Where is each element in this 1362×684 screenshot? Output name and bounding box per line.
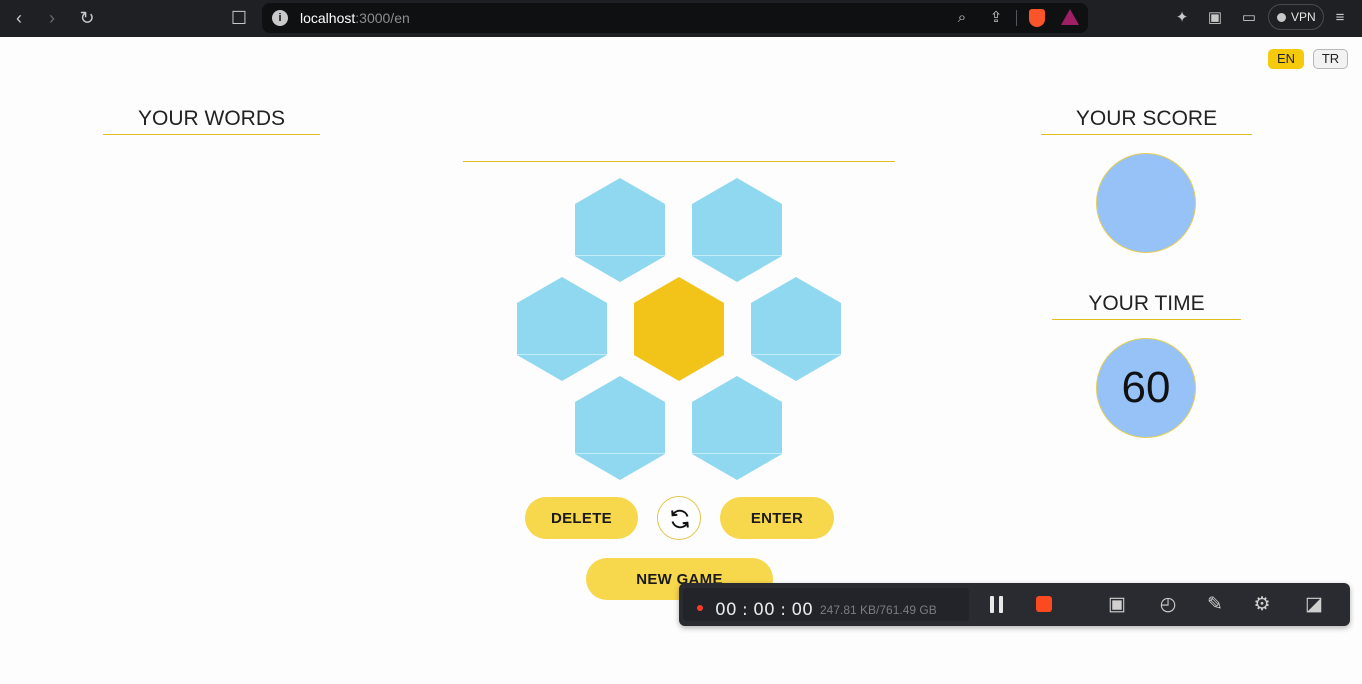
vpn-icon [1277, 13, 1286, 22]
menu-icon[interactable]: ≡ [1328, 6, 1352, 30]
separator [1016, 10, 1017, 26]
word-input-line [463, 161, 895, 162]
gear-icon[interactable]: ⚙ [1250, 593, 1274, 617]
bookmark-icon[interactable]: ☐ [227, 6, 251, 30]
language-en-button[interactable]: EN [1268, 49, 1304, 69]
recording-dot-icon [697, 605, 703, 611]
forward-icon[interactable]: › [40, 6, 64, 30]
extensions-icon[interactable]: ✦ [1170, 6, 1194, 30]
hex-center[interactable] [634, 277, 724, 381]
hex-outer-4[interactable] [751, 277, 841, 381]
address-bar[interactable]: i localhost:3000/en ⌕ ⇪ [262, 3, 1088, 33]
hex-outer-5[interactable] [575, 376, 665, 480]
hex-outer-1[interactable] [575, 178, 665, 282]
zoom-icon[interactable]: ⌕ [952, 8, 972, 28]
delete-button[interactable]: DELETE [525, 497, 638, 539]
score-circle [1096, 153, 1196, 253]
url-path: :3000/en [355, 10, 410, 26]
your-time-heading: YOUR TIME [1052, 291, 1241, 320]
wallet-icon[interactable]: ▭ [1237, 6, 1261, 30]
brave-shields-icon[interactable] [1029, 9, 1045, 27]
recorder-elapsed: 00 : 00 : 00 [715, 600, 813, 620]
stop-icon[interactable] [1036, 596, 1052, 612]
vpn-label: VPN [1291, 10, 1316, 24]
your-score-heading: YOUR SCORE [1041, 106, 1252, 135]
reload-icon[interactable]: ↻ [75, 6, 99, 30]
recorder-status: 00 : 00 : 00 247.81 KB/761.49 GB [683, 588, 969, 621]
sidebar-icon[interactable]: ▣ [1203, 6, 1227, 30]
browser-toolbar: ‹ › ↻ ☐ i localhost:3000/en ⌕ ⇪ ✦ ▣ ▭ VP… [0, 0, 1362, 37]
language-tr-button[interactable]: TR [1313, 49, 1348, 69]
minimize-icon[interactable]: ◪ [1302, 593, 1326, 617]
timer-icon[interactable]: ◴ [1156, 593, 1180, 617]
screen-recorder-bar: 00 : 00 : 00 247.81 KB/761.49 GB ▣ ◴ ✎ ⚙… [679, 583, 1350, 626]
brave-rewards-icon[interactable] [1061, 9, 1079, 25]
recorder-size: 247.81 KB/761.49 GB [820, 603, 937, 617]
vpn-button[interactable]: VPN [1268, 4, 1324, 30]
enter-button[interactable]: ENTER [720, 497, 834, 539]
hex-outer-3[interactable] [517, 277, 607, 381]
shuffle-icon [671, 509, 689, 529]
hex-outer-2[interactable] [692, 178, 782, 282]
pause-icon[interactable] [989, 596, 1005, 613]
share-icon[interactable]: ⇪ [986, 8, 1006, 28]
back-icon[interactable]: ‹ [7, 6, 31, 30]
your-words-heading: YOUR WORDS [103, 106, 320, 135]
shuffle-button[interactable] [657, 496, 701, 540]
camera-icon[interactable]: ▣ [1105, 593, 1129, 617]
annotate-icon[interactable]: ✎ [1203, 593, 1227, 617]
info-icon[interactable]: i [272, 10, 288, 26]
url-text[interactable]: localhost:3000/en [300, 10, 410, 26]
url-host: localhost [300, 10, 356, 26]
hex-outer-6[interactable] [692, 376, 782, 480]
time-circle: 60 [1096, 338, 1196, 438]
